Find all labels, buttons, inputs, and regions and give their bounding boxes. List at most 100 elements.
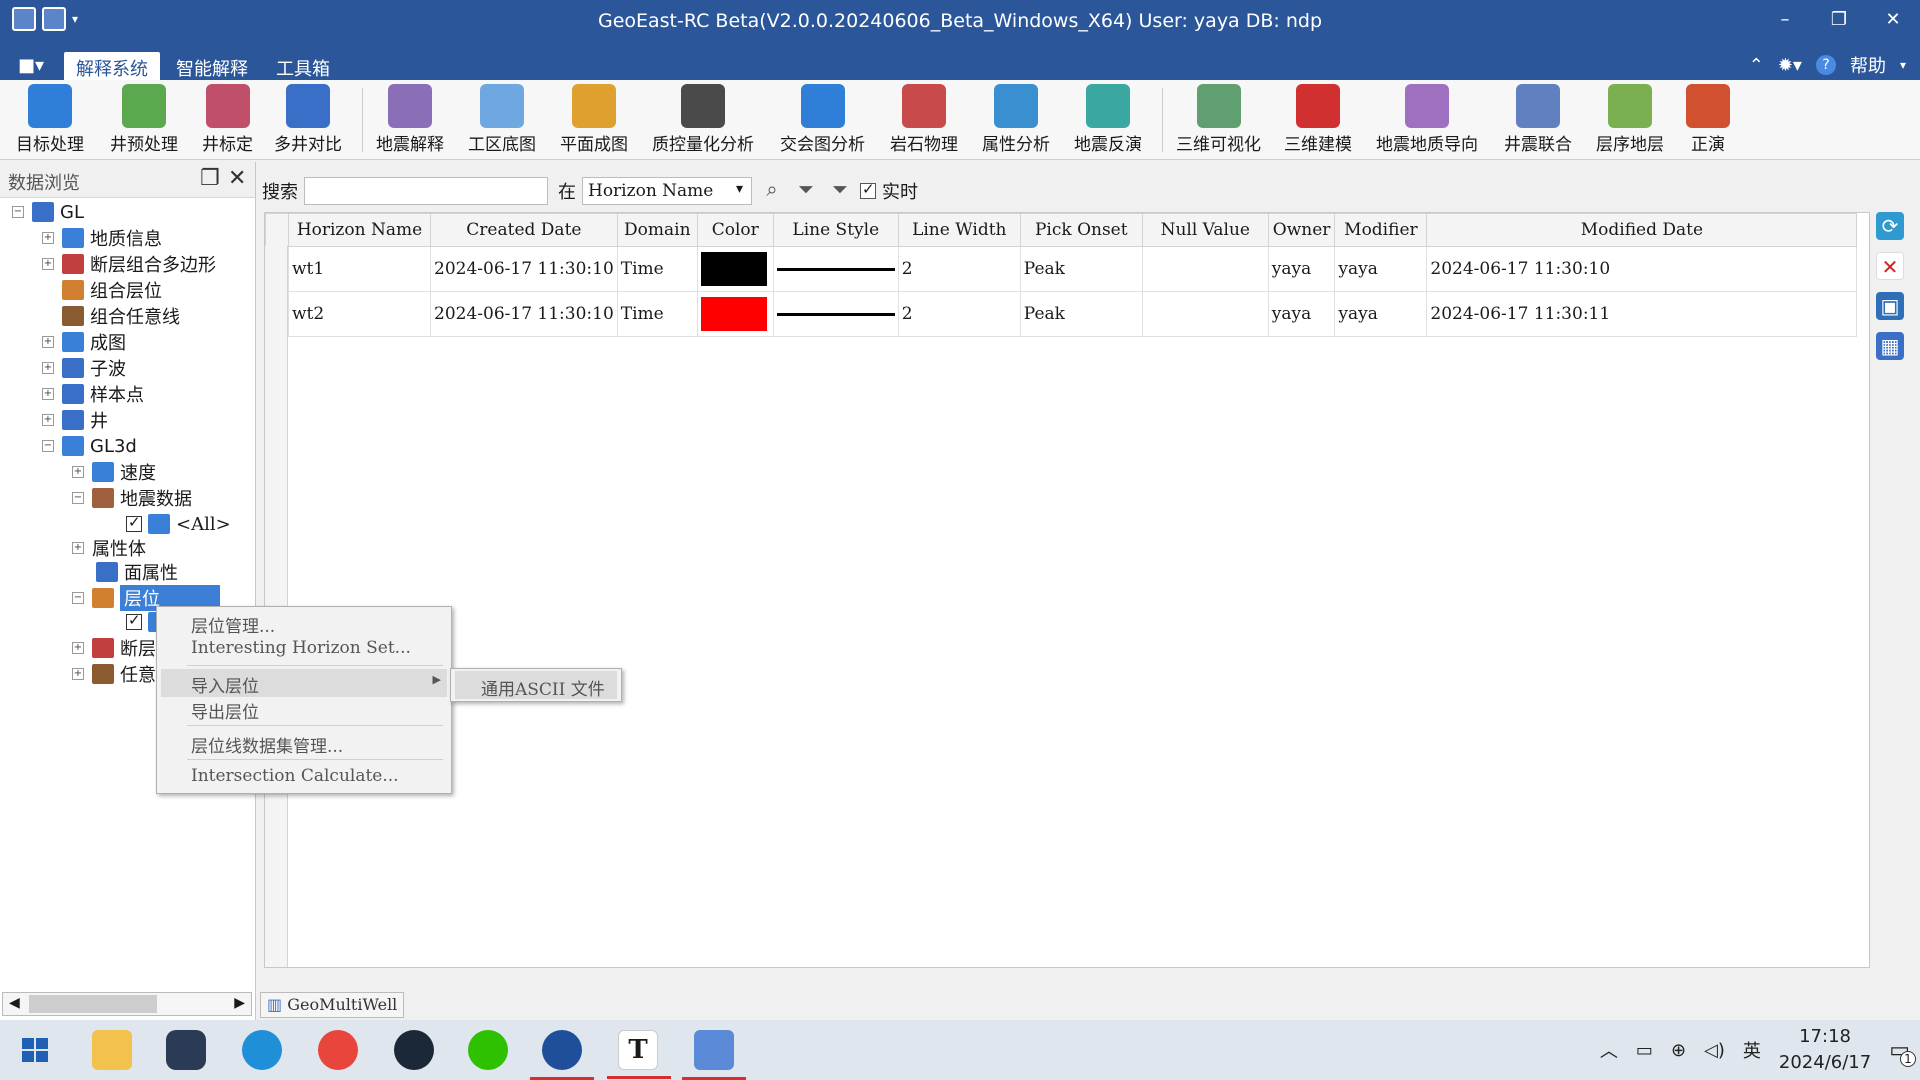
tree-node-attribute-volume[interactable]: + 属性体 <box>72 536 146 560</box>
collapse-icon[interactable]: − <box>12 206 24 218</box>
column-header[interactable]: Created Date <box>430 213 618 247</box>
color-swatch[interactable] <box>700 297 767 331</box>
ribbon-attribute-analysis[interactable]: 属性分析 <box>982 84 1050 155</box>
ribbon-seismic-inversion[interactable]: 地震反演 <box>1074 84 1142 155</box>
battery-icon[interactable]: ▭ <box>1636 1040 1653 1061</box>
line-width-cell[interactable]: 2 <box>897 291 1021 337</box>
menu-item-interesting-horizon-set[interactable]: Interesting Horizon Set... <box>161 635 447 663</box>
collapse-ribbon-icon[interactable]: ⌃ <box>1749 55 1764 76</box>
tree-node-gl3d[interactable]: − GL3d <box>42 434 137 458</box>
ribbon-sequence-stratigraphy[interactable]: 层序地层 <box>1596 84 1664 155</box>
scrollbar-thumb[interactable] <box>29 995 157 1013</box>
expand-icon[interactable]: + <box>72 542 84 554</box>
menu-item-import-horizon[interactable]: 导入层位 ▶ <box>161 669 447 697</box>
line-style-cell[interactable] <box>772 291 899 337</box>
horizon-name-cell[interactable]: wt2 <box>288 291 431 337</box>
color-cell[interactable] <box>696 246 774 292</box>
column-header[interactable]: Horizon Name <box>288 213 431 247</box>
ribbon-rock-physics[interactable]: 岩石物理 <box>890 84 958 155</box>
typora-icon[interactable]: T <box>607 1030 671 1079</box>
horizon-name-cell[interactable]: wt1 <box>288 246 431 292</box>
tree-node-seismic-all[interactable]: <All> <box>126 512 231 536</box>
ribbon-qc-analysis[interactable]: 质控量化分析 <box>652 84 754 155</box>
cat-app-icon[interactable] <box>166 1030 206 1070</box>
tree-node-combined-arbitrary-lines[interactable]: 组合任意线 <box>62 304 180 328</box>
steam-icon[interactable] <box>394 1030 434 1070</box>
column-header[interactable]: Color <box>696 213 774 247</box>
menu-item-horizon-management[interactable]: 层位管理... <box>161 609 447 637</box>
filter-icon[interactable]: ⏷ <box>792 177 820 205</box>
null-value-cell[interactable] <box>1141 246 1269 292</box>
search-input[interactable] <box>304 177 548 205</box>
tree-node-sample-points[interactable]: + 样本点 <box>42 382 144 406</box>
restore-button[interactable]: ❐ <box>1812 0 1866 40</box>
scroll-left-icon[interactable]: ◀ <box>9 995 20 1011</box>
help-icon[interactable]: ? <box>1815 55 1836 75</box>
chrome-browser-icon[interactable] <box>318 1030 358 1070</box>
color-cell[interactable] <box>696 291 774 337</box>
float-panel-icon[interactable]: ❐ <box>200 166 220 191</box>
horizontal-scrollbar[interactable]: ◀ ▶ <box>2 992 252 1016</box>
expand-icon[interactable]: + <box>42 336 54 348</box>
volume-icon[interactable]: ◁) <box>1704 1040 1725 1061</box>
line-style-cell[interactable] <box>772 246 899 292</box>
clear-filter-icon[interactable]: ⏷ <box>826 177 854 205</box>
pick-onset-cell[interactable]: Peak <box>1019 291 1143 337</box>
tab-geomultiwell[interactable]: ▥ GeoMultiWell <box>260 992 405 1018</box>
expand-icon[interactable]: + <box>42 414 54 426</box>
ribbon-well-preprocess[interactable]: 井预处理 <box>110 84 178 155</box>
menu-item-export-horizon[interactable]: 导出层位 <box>161 695 447 723</box>
tree-node-velocity[interactable]: + 速度 <box>72 460 156 484</box>
tree-node-seismic-data[interactable]: − 地震数据 <box>72 486 192 510</box>
column-header[interactable]: Line Style <box>772 213 899 247</box>
windows-start-icon[interactable] <box>16 1030 56 1070</box>
table-row[interactable]: 1 wt1 2024-06-17 11:30:10 Time 2 Peak ya… <box>265 246 1858 292</box>
column-header[interactable]: Modifier <box>1334 213 1428 247</box>
ribbon-crossplot-analysis[interactable]: 交会图分析 <box>780 84 865 155</box>
ribbon-3d-visualization[interactable]: 三维可视化 <box>1176 84 1261 155</box>
ribbon-forward-modeling[interactable]: 正演 <box>1686 84 1730 155</box>
search-icon[interactable]: ⌕ <box>758 177 786 205</box>
close-button[interactable]: ✕ <box>1866 0 1920 40</box>
minimize-button[interactable]: – <box>1758 0 1812 40</box>
ribbon-survey-basemap[interactable]: 工区底图 <box>468 84 536 155</box>
search-field-select[interactable]: Horizon Name <box>582 177 752 205</box>
color-swatch[interactable] <box>700 252 767 286</box>
notification-icon[interactable]: ▭ 1 <box>1889 1038 1916 1067</box>
column-header[interactable]: Domain <box>616 213 698 247</box>
null-value-cell[interactable] <box>1141 291 1269 337</box>
tree-node-arbitrary[interactable]: + 任意 <box>72 662 156 686</box>
ribbon-multiwell-correlation[interactable]: 多井对比 <box>274 84 342 155</box>
tree-node-wells[interactable]: + 井 <box>42 408 108 432</box>
line-width-cell[interactable]: 2 <box>897 246 1021 292</box>
app-menu-button[interactable]: ■▾ <box>6 52 56 80</box>
realtime-checkbox[interactable] <box>860 180 876 199</box>
geoeast-icon[interactable] <box>530 1030 594 1080</box>
column-header[interactable]: Modified Date <box>1426 213 1858 247</box>
expand-icon[interactable]: + <box>42 388 54 400</box>
ribbon-well-seismic-joint[interactable]: 井震联合 <box>1504 84 1572 155</box>
ribbon-target-processing[interactable]: 目标处理 <box>16 84 84 155</box>
refresh-icon[interactable]: ⟳ <box>1876 212 1904 240</box>
ribbon-3d-modeling[interactable]: 三维建模 <box>1284 84 1352 155</box>
menu-item-generic-ascii[interactable]: 通用ASCII 文件 <box>455 671 617 700</box>
close-panel-icon[interactable]: ✕ <box>228 166 246 191</box>
column-header[interactable]: Owner <box>1267 213 1336 247</box>
checkbox[interactable] <box>126 611 142 630</box>
tab-smart-interpretation[interactable]: 智能解释 <box>164 52 260 80</box>
tree-node-mapping[interactable]: + 成图 <box>42 330 126 354</box>
expand-icon[interactable]: + <box>72 668 84 680</box>
tree-node-fault-polygons[interactable]: + 断层组合多边形 <box>42 252 216 276</box>
expand-icon[interactable]: + <box>42 362 54 374</box>
ime-indicator[interactable]: 英 <box>1743 1037 1761 1063</box>
wechat-icon[interactable] <box>468 1030 508 1070</box>
collapse-icon[interactable]: − <box>72 492 84 504</box>
expand-icon[interactable]: + <box>72 642 84 654</box>
table-settings-icon[interactable]: ▦ <box>1876 332 1904 360</box>
corner-cell[interactable] <box>265 213 289 247</box>
tree-node-faults[interactable]: + 断层 <box>72 636 156 660</box>
ribbon-geosteering[interactable]: 地震地质导向 <box>1376 84 1478 155</box>
clock[interactable]: 17:18 2024/6/17 <box>1779 1024 1871 1076</box>
expand-icon[interactable]: + <box>72 466 84 478</box>
collapse-icon[interactable]: − <box>72 592 84 604</box>
